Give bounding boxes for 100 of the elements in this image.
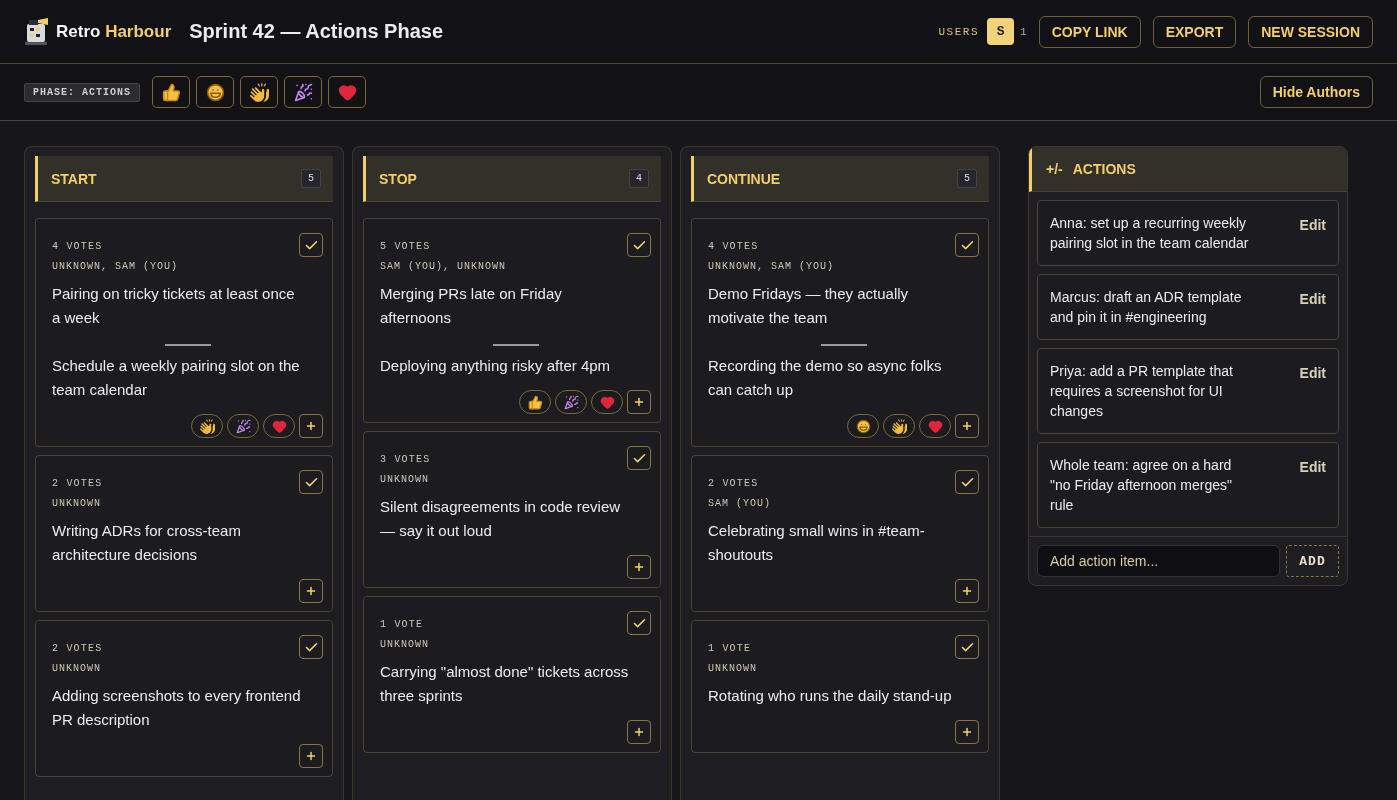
column-title: CONTINUE xyxy=(707,170,781,187)
vote-checkbox[interactable] xyxy=(955,470,979,494)
card-text: Rotating who runs the daily stand-up xyxy=(708,686,953,706)
edit-button[interactable]: Edit xyxy=(1299,363,1326,383)
plus-icon xyxy=(305,585,317,597)
action-text: Whole team: agree on a hard "no Friday afternoon merges" rule xyxy=(1050,456,1233,515)
thumbs-up-icon xyxy=(161,82,181,102)
card-text: Merging PRs late on Friday afternoons xyxy=(380,284,563,328)
plus-icon xyxy=(305,420,317,432)
card-text: Writing ADRs for cross-team architecture decisions xyxy=(52,521,242,565)
column-title: STOP xyxy=(379,170,417,187)
plus-icon xyxy=(305,750,317,762)
users-label: USERS xyxy=(938,25,980,38)
vote-checkbox[interactable] xyxy=(299,635,323,659)
party-popper-icon xyxy=(293,82,313,102)
card-count: 5 xyxy=(301,169,321,188)
vote-checkbox[interactable] xyxy=(299,470,323,494)
action-text: Marcus: draft an ADR template and pin it in #engineering xyxy=(1050,288,1243,327)
edit-button[interactable]: Edit xyxy=(1299,289,1326,309)
reaction-button[interactable] xyxy=(196,76,234,108)
add-reaction-button[interactable] xyxy=(955,720,979,744)
heart-icon xyxy=(271,418,287,434)
clapping-hands-icon xyxy=(891,418,907,434)
clapping-hands-icon xyxy=(199,418,215,434)
plus-minus-label: +/- xyxy=(1046,161,1063,177)
heart-icon xyxy=(337,82,357,102)
plus-icon xyxy=(961,726,973,738)
action-text: Anna: set up a recurring weekly pairing slot in the team calendar xyxy=(1050,214,1250,253)
column-title: START xyxy=(51,170,97,187)
card-authors: UNKNOWN xyxy=(52,498,102,509)
vote-count: 4 VOTES xyxy=(708,241,759,252)
plus-icon xyxy=(633,726,645,738)
add-button[interactable]: ADD xyxy=(1286,545,1339,577)
header-button[interactable]: NEW SESSION xyxy=(1248,15,1373,48)
heart-icon xyxy=(599,394,615,410)
plus-icon xyxy=(961,420,973,432)
plus-icon xyxy=(961,585,973,597)
add-reaction-button[interactable] xyxy=(299,579,323,603)
card-text: Silent disagreements in code review — say it out loud xyxy=(380,497,622,541)
heart-icon xyxy=(927,418,943,434)
reaction-button[interactable] xyxy=(284,76,322,108)
vote-checkbox[interactable] xyxy=(627,233,651,257)
card-count: 5 xyxy=(957,169,977,188)
edit-button[interactable]: Edit xyxy=(1299,215,1326,235)
action-text: Priya: add a PR template that requires a screenshot for UI changes xyxy=(1050,362,1234,421)
card-text: Carrying "almost done" tickets across three sprints xyxy=(380,662,629,706)
card-authors: SAM (YOU), UNKNOWN xyxy=(380,261,508,272)
card-authors: UNKNOWN xyxy=(380,474,430,485)
party-popper-icon xyxy=(235,418,251,434)
vote-checkbox[interactable] xyxy=(627,611,651,635)
vote-count: 2 VOTES xyxy=(52,643,103,654)
add-reaction-button[interactable] xyxy=(299,414,323,438)
session-title: Sprint 42 — Actions Phase xyxy=(189,20,444,43)
card-text: Celebrating small wins in #team-shoutouts xyxy=(708,521,926,565)
add-reaction-button[interactable] xyxy=(299,744,323,768)
add-reaction-button[interactable] xyxy=(627,555,651,579)
card-text: Demo Fridays — they actually motivate the team xyxy=(708,284,910,328)
vote-count: 5 VOTES xyxy=(380,241,431,252)
lighthouse-logo-icon xyxy=(24,17,48,46)
add-reaction-button[interactable] xyxy=(627,390,651,414)
party-popper-icon xyxy=(563,394,579,410)
vote-checkbox[interactable] xyxy=(955,233,979,257)
add-reaction-button[interactable] xyxy=(955,579,979,603)
vote-checkbox[interactable] xyxy=(955,635,979,659)
user-avatar: S xyxy=(987,18,1015,45)
card-count: 4 xyxy=(629,169,649,188)
card-authors: UNKNOWN xyxy=(708,663,758,674)
app-name: Retro Harbour xyxy=(56,21,172,42)
card-authors: UNKNOWN xyxy=(52,663,102,674)
edit-button[interactable]: Edit xyxy=(1299,457,1326,477)
laughing-icon xyxy=(855,418,871,434)
clapping-hands-icon xyxy=(249,82,269,102)
card-action-text: Recording the demo so async folks can catch up xyxy=(708,356,943,400)
hide-authors-button[interactable]: Hide Authors xyxy=(1259,76,1373,108)
vote-checkbox[interactable] xyxy=(299,233,323,257)
card-authors: UNKNOWN xyxy=(380,639,430,650)
card-authors: UNKNOWN, SAM (YOU) xyxy=(52,261,180,272)
card-authors: SAM (YOU) xyxy=(708,498,772,509)
card-text: Pairing on tricky tickets at least once a week xyxy=(52,284,296,328)
vote-count: 1 VOTE xyxy=(380,619,424,630)
plus-icon xyxy=(633,561,645,573)
header-button[interactable]: EXPORT xyxy=(1152,15,1237,48)
vote-count: 1 VOTE xyxy=(708,643,752,654)
vote-checkbox[interactable] xyxy=(627,446,651,470)
plus-icon xyxy=(633,396,645,408)
thumbs-up-icon xyxy=(527,394,543,410)
card-action-text: Deploying anything risky after 4pm xyxy=(380,356,612,376)
card-action-text: Schedule a weekly pairing slot on the team calendar xyxy=(52,356,301,400)
panel-title: ACTIONS xyxy=(1072,161,1136,177)
header-button[interactable]: COPY LINK xyxy=(1038,15,1141,48)
vote-count: 4 VOTES xyxy=(52,241,103,252)
laughing-icon xyxy=(205,82,225,102)
card-text: Adding screenshots to every frontend PR description xyxy=(52,686,301,730)
add-reaction-button[interactable] xyxy=(627,720,651,744)
vote-count: 2 VOTES xyxy=(708,478,759,489)
reaction-button[interactable] xyxy=(152,76,190,108)
add-reaction-button[interactable] xyxy=(955,414,979,438)
card-authors: UNKNOWN, SAM (YOU) xyxy=(708,261,836,272)
reaction-button[interactable] xyxy=(240,76,278,108)
action-input-field[interactable]: Add action item... xyxy=(1037,545,1280,577)
